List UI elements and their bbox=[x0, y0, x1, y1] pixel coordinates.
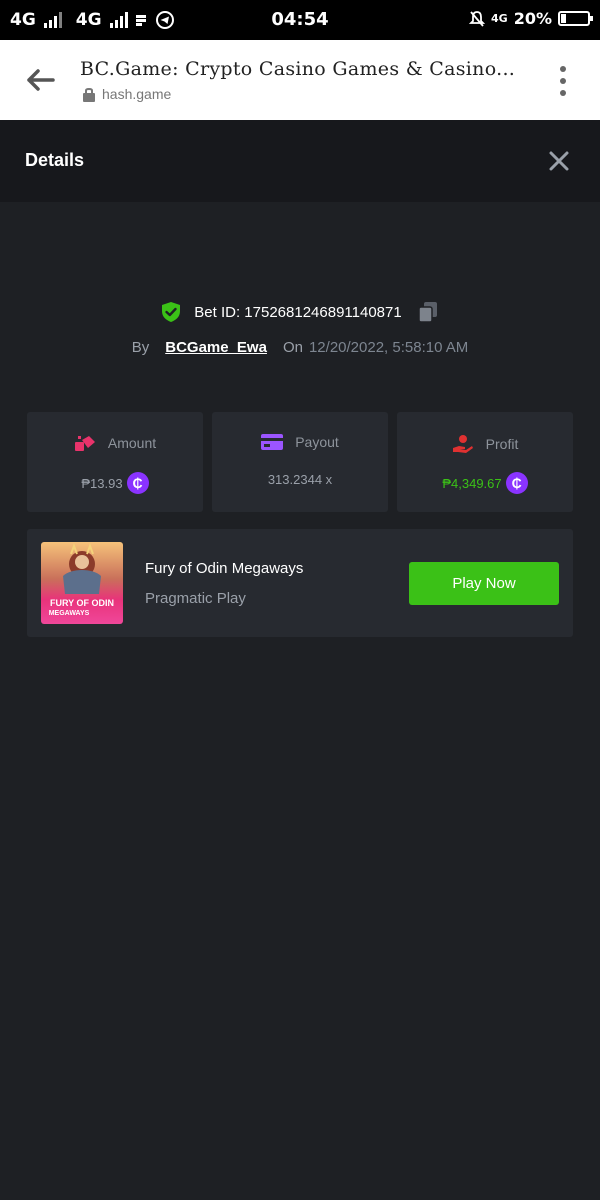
game-provider: Pragmatic Play bbox=[145, 590, 246, 607]
profit-card: Profit ₱4,349.67 ₵ bbox=[397, 412, 573, 512]
currency-coin-icon: ₵ bbox=[126, 472, 149, 494]
amount-icon bbox=[74, 436, 95, 451]
verified-shield-icon bbox=[162, 302, 181, 322]
game-thumbnail[interactable]: FURY OF ODIN MEGAWAYS bbox=[41, 542, 123, 624]
by-label: By bbox=[131, 339, 150, 356]
amount-value: ₱13.93 bbox=[81, 475, 123, 491]
payout-card: Payout 313.2344 x bbox=[212, 412, 388, 512]
bet-id: Bet ID: 1752681246891140871 bbox=[194, 303, 402, 321]
bet-id-row: Bet ID: 1752681246891140871 bbox=[0, 300, 600, 324]
lock-icon bbox=[83, 88, 95, 102]
thumb-title: FURY OF ODIN bbox=[50, 598, 114, 608]
play-now-button[interactable]: Play Now bbox=[409, 562, 559, 605]
battery-percent: 20% bbox=[513, 9, 552, 28]
payout-card-icon bbox=[261, 434, 284, 450]
profit-hand-icon bbox=[452, 435, 473, 453]
arrow-left-icon bbox=[27, 69, 55, 91]
battery-icon bbox=[558, 11, 593, 26]
amount-card: Amount ₱13.93 ₵ bbox=[27, 412, 203, 512]
close-icon[interactable] bbox=[546, 148, 572, 174]
amount-label: Amount bbox=[107, 435, 157, 451]
system-indicators: 4G 20% bbox=[469, 9, 593, 28]
profit-value: ₱4,349.67 bbox=[442, 475, 502, 491]
details-title: Details bbox=[25, 150, 85, 170]
on-label: On bbox=[282, 339, 303, 356]
notifications-off-icon bbox=[469, 10, 486, 27]
bettor-username-link[interactable]: BCGame_Ewa bbox=[165, 339, 267, 356]
payout-label: Payout bbox=[295, 434, 339, 450]
copy-icon[interactable] bbox=[416, 300, 440, 324]
currency-coin-icon: ₵ bbox=[505, 472, 528, 494]
browser-toolbar: BC.Game: Crypto Casino Games & Casino...… bbox=[0, 40, 600, 120]
page-title: BC.Game: Crypto Casino Games & Casino... bbox=[80, 58, 516, 80]
game-name[interactable]: Fury of Odin Megaways bbox=[145, 560, 303, 577]
back-button[interactable] bbox=[22, 62, 58, 98]
thumb-subtitle: MEGAWAYS bbox=[49, 610, 90, 617]
payout-value: 313.2344 x bbox=[267, 472, 333, 487]
url-display[interactable]: hash.game bbox=[82, 86, 171, 102]
game-card: FURY OF ODIN MEGAWAYS Fury of Odin Megaw… bbox=[27, 529, 573, 637]
network-type-3: 4G bbox=[491, 12, 508, 25]
details-header: Details bbox=[0, 120, 600, 202]
profit-label: Profit bbox=[485, 436, 519, 452]
more-options-button[interactable] bbox=[556, 66, 570, 96]
url-text: hash.game bbox=[102, 86, 172, 102]
status-bar: 4G 4G 04:54 4G 20% bbox=[0, 0, 600, 40]
bet-datetime: 12/20/2022, 5:58:10 AM bbox=[308, 339, 469, 356]
bet-byline: By BCGame_Ewa On 12/20/2022, 5:58:10 AM bbox=[0, 339, 600, 356]
